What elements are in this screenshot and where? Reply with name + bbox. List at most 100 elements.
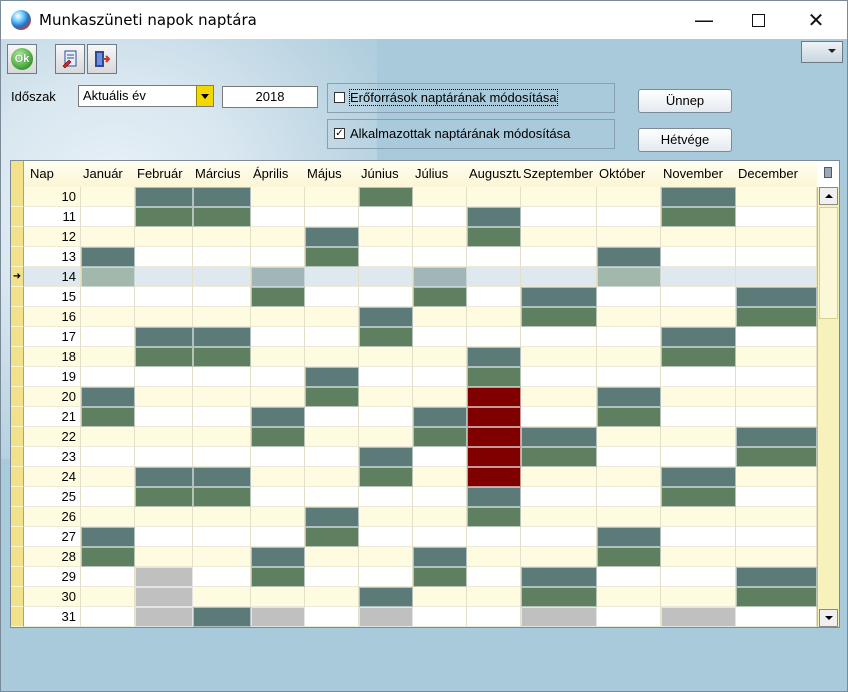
calendar-cell[interactable] — [467, 327, 521, 347]
calendar-cell[interactable] — [661, 347, 736, 367]
calendar-cell[interactable] — [305, 187, 359, 207]
calendar-cell[interactable] — [193, 387, 251, 407]
calendar-cell[interactable] — [736, 307, 817, 327]
calendar-cell[interactable] — [193, 287, 251, 307]
calendar-cell[interactable] — [359, 507, 413, 527]
calendar-cell[interactable] — [135, 467, 193, 487]
edit-document-button[interactable] — [55, 44, 85, 74]
calendar-cell[interactable] — [661, 187, 736, 207]
calendar-cell[interactable] — [305, 467, 359, 487]
calendar-cell[interactable] — [359, 247, 413, 267]
calendar-cell[interactable] — [661, 247, 736, 267]
calendar-cell[interactable] — [597, 547, 661, 567]
calendar-cell[interactable] — [359, 307, 413, 327]
calendar-cell[interactable] — [597, 367, 661, 387]
row-indicator[interactable] — [11, 207, 24, 227]
table-row[interactable]: 31 — [11, 607, 817, 627]
calendar-cell[interactable] — [251, 187, 305, 207]
calendar-cell[interactable] — [359, 527, 413, 547]
calendar-cell[interactable] — [193, 267, 251, 287]
row-indicator[interactable] — [11, 547, 24, 567]
calendar-cell[interactable] — [467, 347, 521, 367]
calendar-cell[interactable] — [359, 407, 413, 427]
calendar-cell[interactable] — [305, 427, 359, 447]
calendar-cell[interactable] — [251, 367, 305, 387]
calendar-cell[interactable] — [81, 427, 135, 447]
calendar-cell[interactable] — [597, 207, 661, 227]
calendar-cell[interactable] — [81, 607, 135, 627]
calendar-cell[interactable] — [81, 547, 135, 567]
calendar-cell[interactable] — [467, 607, 521, 627]
calendar-cell[interactable] — [359, 607, 413, 627]
calendar-cell[interactable] — [736, 247, 817, 267]
row-indicator[interactable] — [11, 367, 24, 387]
calendar-cell[interactable] — [193, 207, 251, 227]
calendar-cell[interactable] — [413, 467, 467, 487]
calendar-cell[interactable] — [521, 487, 597, 507]
calendar-cell[interactable] — [305, 287, 359, 307]
calendar-cell[interactable] — [661, 487, 736, 507]
calendar-cell[interactable] — [661, 607, 736, 627]
calendar-cell[interactable] — [661, 387, 736, 407]
calendar-cell[interactable] — [251, 327, 305, 347]
calendar-cell[interactable] — [135, 587, 193, 607]
table-row[interactable]: 11 — [11, 207, 817, 227]
year-input[interactable]: 2018 — [222, 86, 318, 108]
calendar-cell[interactable] — [81, 407, 135, 427]
row-indicator[interactable] — [11, 187, 24, 207]
calendar-cell[interactable] — [251, 307, 305, 327]
calendar-cell[interactable] — [81, 267, 135, 287]
period-select[interactable]: Aktuális év — [78, 85, 214, 107]
row-indicator[interactable] — [11, 407, 24, 427]
calendar-cell[interactable] — [467, 507, 521, 527]
calendar-cell[interactable] — [359, 187, 413, 207]
calendar-cell[interactable] — [305, 227, 359, 247]
calendar-cell[interactable] — [736, 287, 817, 307]
table-row[interactable]: 17 — [11, 327, 817, 347]
calendar-cell[interactable] — [135, 507, 193, 527]
calendar-cell[interactable] — [661, 327, 736, 347]
calendar-cell[interactable] — [521, 227, 597, 247]
calendar-cell[interactable] — [193, 407, 251, 427]
scroll-down-button[interactable] — [819, 609, 838, 627]
calendar-cell[interactable] — [413, 387, 467, 407]
calendar-cell[interactable] — [251, 547, 305, 567]
table-row[interactable]: 16 — [11, 307, 817, 327]
column-header-11[interactable]: November — [663, 161, 736, 187]
calendar-cell[interactable] — [413, 367, 467, 387]
calendar-cell[interactable] — [597, 287, 661, 307]
calendar-cell[interactable] — [359, 447, 413, 467]
calendar-cell[interactable] — [81, 227, 135, 247]
table-row[interactable]: 10 — [11, 187, 817, 207]
calendar-cell[interactable] — [521, 607, 597, 627]
calendar-cell[interactable] — [251, 247, 305, 267]
calendar-cell[interactable] — [193, 327, 251, 347]
calendar-cell[interactable] — [193, 427, 251, 447]
calendar-cell[interactable] — [467, 387, 521, 407]
table-row[interactable]: 25 — [11, 487, 817, 507]
calendar-cell[interactable] — [193, 447, 251, 467]
calendar-cell[interactable] — [305, 307, 359, 327]
calendar-cell[interactable] — [305, 547, 359, 567]
calendar-cell[interactable] — [305, 587, 359, 607]
calendar-cell[interactable] — [467, 227, 521, 247]
calendar-cell[interactable] — [597, 267, 661, 287]
column-header-2[interactable]: Február — [137, 161, 193, 187]
row-indicator[interactable] — [11, 467, 24, 487]
table-row[interactable]: 15 — [11, 287, 817, 307]
calendar-cell[interactable] — [736, 447, 817, 467]
calendar-cell[interactable] — [736, 347, 817, 367]
calendar-cell[interactable] — [597, 587, 661, 607]
calendar-cell[interactable] — [736, 227, 817, 247]
calendar-cell[interactable] — [305, 267, 359, 287]
calendar-cell[interactable] — [135, 487, 193, 507]
column-header-5[interactable]: Május — [307, 161, 359, 187]
calendar-cell[interactable] — [597, 527, 661, 547]
calendar-cell[interactable] — [359, 367, 413, 387]
calendar-cell[interactable] — [193, 227, 251, 247]
calendar-cell[interactable] — [251, 267, 305, 287]
calendar-cell[interactable] — [135, 447, 193, 467]
calendar-cell[interactable] — [251, 587, 305, 607]
calendar-cell[interactable] — [521, 267, 597, 287]
calendar-cell[interactable] — [736, 547, 817, 567]
